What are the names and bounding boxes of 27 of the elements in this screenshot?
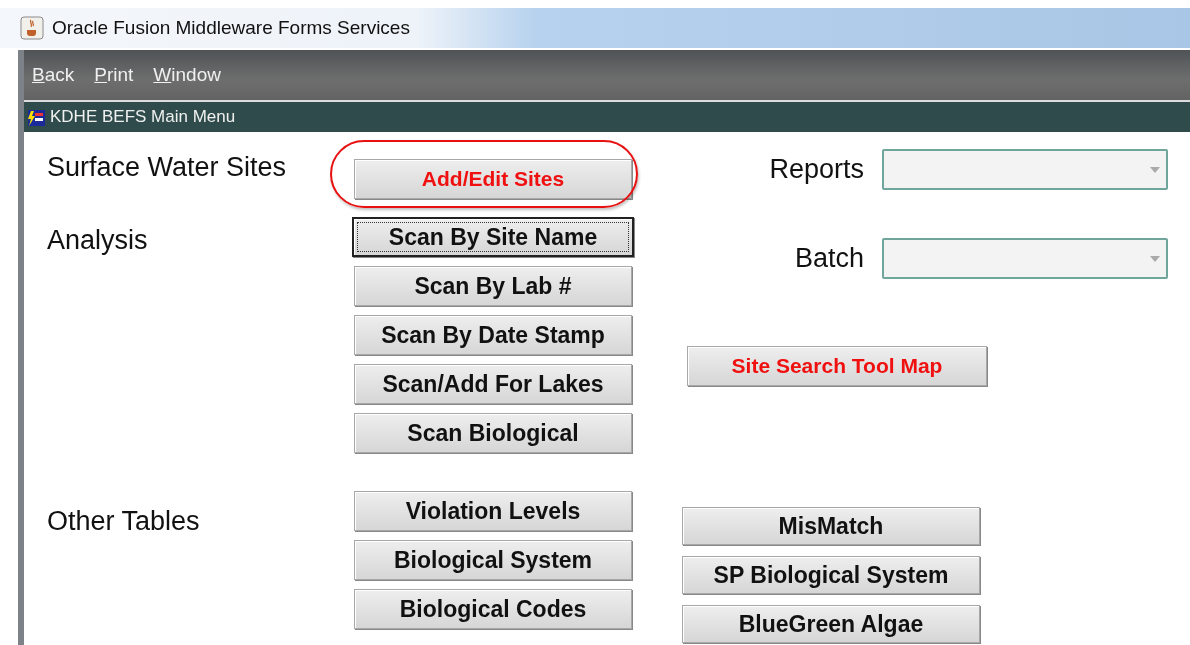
menu-item[interactable]: Window (153, 64, 221, 86)
menu-item[interactable]: Back (32, 64, 75, 86)
caret-icon (1150, 166, 1160, 173)
dropdown-label: Batch (793, 243, 864, 274)
form-button[interactable]: Biological System (354, 540, 632, 580)
dropdown-field[interactable] (882, 149, 1168, 190)
form-button[interactable]: Scan By Lab # (354, 266, 632, 306)
dropdown-field[interactable] (882, 238, 1168, 279)
dropdown-label: Reports (768, 154, 864, 185)
form-button[interactable]: Biological Codes (354, 589, 632, 629)
menu-item[interactable]: Print (94, 64, 134, 86)
form-icon (26, 107, 46, 127)
form-button[interactable]: SP Biological System (682, 556, 980, 594)
java-cup-icon (20, 16, 44, 40)
form-button[interactable]: Scan Biological (354, 413, 632, 453)
section-label: Surface Water Sites (47, 152, 288, 183)
section-label: Other Tables (47, 506, 201, 537)
form-button[interactable]: Violation Levels (354, 491, 632, 531)
window-title: Oracle Fusion Middleware Forms Services (52, 17, 410, 39)
section-label: Analysis (47, 225, 149, 256)
form-button[interactable]: Scan By Date Stamp (354, 315, 632, 355)
form-button[interactable]: MisMatch (682, 507, 980, 545)
form-button[interactable]: Scan By Site Name (352, 217, 634, 257)
form-button[interactable]: Scan/Add For Lakes (354, 364, 632, 404)
form-title: KDHE BEFS Main Menu (50, 107, 236, 127)
form-button[interactable]: BlueGreen Algae (682, 605, 980, 643)
caret-icon (1150, 255, 1160, 262)
